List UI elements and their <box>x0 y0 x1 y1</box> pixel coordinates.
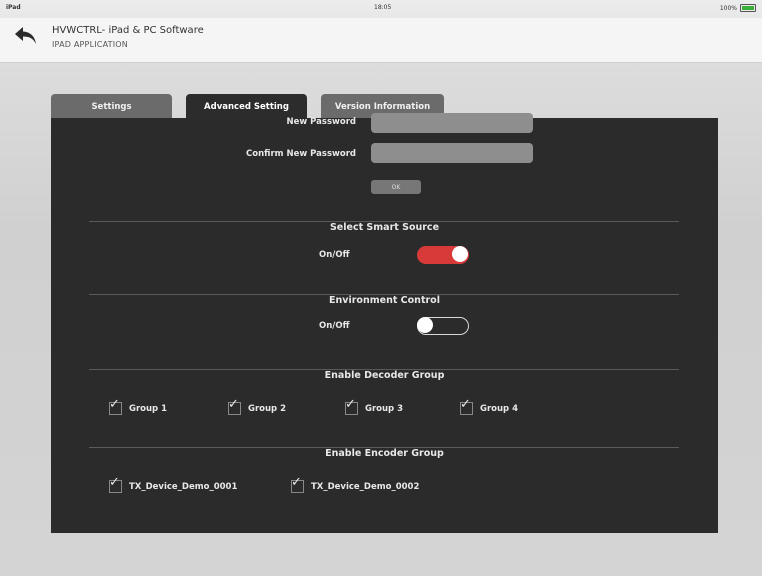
ok-button[interactable]: OK <box>371 180 421 194</box>
decoder-group-3-checkbox[interactable]: ✓ Group 3 <box>345 398 404 415</box>
environment-toggle[interactable] <box>417 317 469 335</box>
environment-toggle-label: On/Off <box>319 321 350 331</box>
checkmark-icon: ✓ <box>109 397 120 412</box>
toggle-knob <box>452 246 468 262</box>
confirm-password-label: Confirm New Password <box>246 149 356 159</box>
smart-source-title: Select Smart Source <box>321 222 448 233</box>
section-title-environment: Environment Control <box>51 288 718 307</box>
clock: 18:05 <box>374 4 392 11</box>
checkmark-icon: ✓ <box>109 475 120 490</box>
checkmark-icon: ✓ <box>228 397 239 412</box>
back-button[interactable] <box>12 24 40 48</box>
decoder-group-1-checkbox[interactable]: ✓ Group 1 <box>109 398 168 415</box>
checkbox-box: ✓ <box>460 398 473 415</box>
smart-source-toggle-label: On/Off <box>319 250 350 260</box>
advanced-settings-panel: New Password Confirm New Password OK Sel… <box>51 113 718 533</box>
checkbox-label: Group 3 <box>365 403 404 414</box>
app-header: HVWCTRL- iPad & PC Software IPAD APPLICA… <box>0 18 762 63</box>
back-arrow-icon <box>15 27 36 44</box>
new-password-label: New Password <box>286 117 356 127</box>
checkbox-box: ✓ <box>291 476 304 493</box>
encoder-device-2-checkbox[interactable]: ✓ TX_Device_Demo_0002 <box>291 476 420 493</box>
checkbox-label: TX_Device_Demo_0002 <box>311 481 420 492</box>
checkbox-box: ✓ <box>109 476 122 493</box>
environment-title: Environment Control <box>321 295 448 306</box>
app-subtitle: IPAD APPLICATION <box>52 40 128 49</box>
encoder-group-title: Enable Encoder Group <box>317 448 452 459</box>
checkmark-icon: ✓ <box>291 475 302 490</box>
section-title-smart-source: Select Smart Source <box>51 215 718 234</box>
checkbox-label: Group 4 <box>480 403 519 414</box>
carrier-label: iPad <box>6 4 21 11</box>
encoder-device-1-checkbox[interactable]: ✓ TX_Device_Demo_0001 <box>109 476 238 493</box>
section-title-encoder-group: Enable Encoder Group <box>51 441 718 460</box>
checkbox-label: Group 1 <box>129 403 168 414</box>
battery-indicator: 100% <box>720 4 756 12</box>
tab-settings[interactable]: Settings <box>51 94 172 120</box>
decoder-group-title: Enable Decoder Group <box>316 370 453 381</box>
checkbox-box: ✓ <box>345 398 358 415</box>
toggle-knob <box>417 317 433 333</box>
checkmark-icon: ✓ <box>345 397 356 412</box>
decoder-group-4-checkbox[interactable]: ✓ Group 4 <box>460 398 519 415</box>
checkbox-label: TX_Device_Demo_0001 <box>129 481 238 492</box>
checkbox-box: ✓ <box>109 398 122 415</box>
new-password-field[interactable] <box>371 113 533 133</box>
checkmark-icon: ✓ <box>460 397 471 412</box>
battery-icon <box>740 4 756 12</box>
confirm-password-field[interactable] <box>371 143 533 163</box>
app-title: HVWCTRL- iPad & PC Software <box>52 25 204 36</box>
battery-percent: 100% <box>719 4 737 12</box>
section-title-decoder-group: Enable Decoder Group <box>51 363 718 382</box>
status-bar: iPad 18:05 100% <box>0 0 762 18</box>
decoder-group-2-checkbox[interactable]: ✓ Group 2 <box>228 398 287 415</box>
smart-source-toggle[interactable] <box>417 246 469 264</box>
checkbox-box: ✓ <box>228 398 241 415</box>
checkbox-label: Group 2 <box>248 403 287 414</box>
